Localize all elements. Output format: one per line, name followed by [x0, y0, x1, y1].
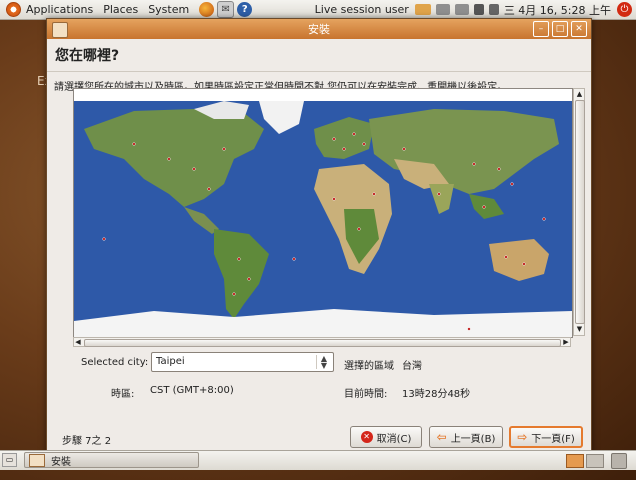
ubuntu-logo-icon[interactable] [6, 2, 21, 17]
step-indicator: 步驟 7之 2 [62, 436, 112, 447]
session-label[interactable]: Live session user [315, 3, 409, 16]
volume-icon[interactable] [488, 4, 499, 15]
world-map-graphic [74, 89, 572, 337]
selected-city-label: Selected city: [81, 357, 149, 368]
vertical-scroll-thumb[interactable] [575, 100, 585, 324]
network-icon[interactable] [414, 4, 431, 15]
drive-icon[interactable] [454, 4, 469, 15]
panel-right-area: Live session user 三 4月 16, 5:28 上午 ⏻ [315, 0, 636, 19]
taskbar-installer-button[interactable]: 安裝 [24, 452, 199, 468]
show-desktop-icon[interactable]: ▭ [2, 453, 17, 467]
map-vertical-scrollbar[interactable]: ▲ ▼ [573, 88, 585, 336]
scroll-up-icon[interactable]: ▲ [575, 90, 584, 99]
arrow-right-icon: ⇨ [517, 430, 528, 444]
power-icon[interactable]: ⏻ [617, 2, 632, 17]
monitor-icon[interactable] [473, 4, 484, 15]
timezone-value: CST (GMT+8:00) [150, 385, 234, 396]
workspace-2[interactable] [586, 454, 604, 468]
forward-button-label: 下一頁(F) [531, 433, 575, 445]
current-time-value: 13時28分48秒 [402, 389, 471, 400]
trash-icon[interactable] [611, 453, 627, 469]
cancel-icon: ✕ [360, 431, 373, 443]
installer-task-icon [29, 453, 45, 467]
clock[interactable]: 三 4月 16, 5:28 上午 [504, 2, 611, 18]
help-icon[interactable]: ? [237, 2, 253, 17]
combo-arrow-icon[interactable]: ▲ ▼ [316, 355, 331, 370]
bottom-panel: ▭ 安裝 [0, 450, 636, 470]
top-panel: Applications Places System ✉ ? Live sess… [0, 0, 636, 20]
taskbar-installer-label: 安裝 [51, 456, 71, 468]
menu-applications[interactable]: Applications [26, 3, 93, 16]
scroll-right-icon[interactable]: ▶ [562, 338, 570, 346]
installer-window: 安裝 – □ ✕ 您在哪裡? 請選擇您所在的城市以及時區。如果時區設定正常但時間… [46, 18, 592, 461]
back-button-label: 上一頁(B) [450, 433, 496, 445]
horizontal-scroll-thumb[interactable] [84, 339, 561, 347]
menu-system[interactable]: System [148, 3, 189, 16]
page-title: 您在哪裡? [55, 48, 120, 64]
region-value: 台灣 [402, 361, 422, 372]
firefox-icon[interactable] [199, 2, 215, 17]
mail-icon[interactable]: ✉ [217, 1, 235, 18]
minimize-icon[interactable]: – [533, 21, 549, 37]
title-separator [47, 71, 591, 72]
timezone-label: 時區: [111, 389, 135, 400]
forward-button[interactable]: ⇨ 下一頁(F) [509, 426, 583, 448]
selected-city-value: Taipei [156, 356, 185, 367]
cancel-button[interactable]: ✕ 取消(C) [350, 426, 422, 448]
selected-city-combo[interactable]: Taipei ▲ ▼ [151, 352, 334, 372]
maximize-icon[interactable]: □ [552, 21, 568, 37]
map-horizontal-scrollbar[interactable]: ◀ ▶ [73, 337, 571, 347]
close-icon[interactable]: ✕ [571, 21, 587, 37]
region-label: 選擇的區域 [344, 361, 394, 372]
scroll-down-icon[interactable]: ▼ [575, 325, 584, 334]
cancel-button-label: 取消(C) [376, 433, 412, 445]
current-time-label: 目前時間: [344, 389, 388, 400]
workspace-1[interactable] [566, 454, 584, 468]
menu-places[interactable]: Places [103, 3, 138, 16]
window-title: 安裝 [308, 23, 330, 36]
window-menu-icon[interactable] [52, 22, 68, 38]
back-button[interactable]: ⇦ 上一頁(B) [429, 426, 503, 448]
arrow-left-icon: ⇦ [436, 430, 447, 444]
timezone-map-area: ▲ ▼ ◀ ▶ [73, 88, 585, 347]
scroll-left-icon[interactable]: ◀ [74, 338, 82, 346]
printer-icon[interactable] [435, 4, 450, 15]
window-titlebar[interactable]: 安裝 – □ ✕ [47, 19, 591, 39]
timezone-map[interactable] [73, 88, 573, 338]
window-controls: – □ ✕ [533, 21, 587, 37]
